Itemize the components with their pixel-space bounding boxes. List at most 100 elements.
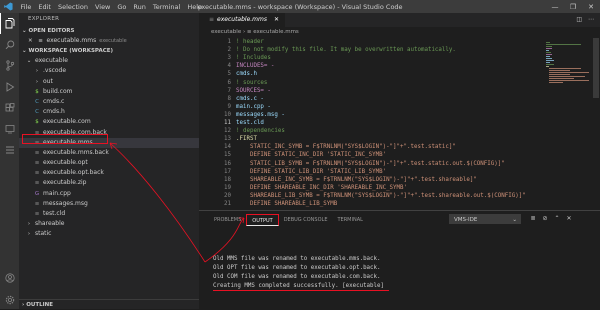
bottom-panel: PROBLEMS OUTPUT DEBUG CONSOLE TERMINAL VMS-… <box>199 210 600 310</box>
open-editors-section[interactable]: ⌄ OPEN EDITORS <box>19 26 199 36</box>
close-button[interactable]: ✕ <box>582 0 600 13</box>
menu-edit[interactable]: Edit <box>35 3 55 11</box>
tree-file[interactable]: ≡ messages.msg <box>19 199 199 209</box>
lock-scroll-icon[interactable]: ≣ <box>527 214 539 224</box>
minimap-line <box>546 60 554 61</box>
minimap-line <box>549 68 582 69</box>
menu-go[interactable]: Go <box>114 3 130 11</box>
minimap-line <box>546 50 550 51</box>
close-icon[interactable]: ✕ <box>28 38 33 44</box>
restore-button[interactable]: ❐ <box>564 0 582 13</box>
tree-file[interactable]: Ccmds.h <box>19 107 199 117</box>
tree-file[interactable]: Gmain.cpp <box>19 189 199 199</box>
explorer-sidebar: EXPLORER ⌄ OPEN EDITORS ✕ ≡ executable.mm… <box>19 13 202 310</box>
tree-item-label: executable <box>35 57 68 65</box>
selected-file-highlight <box>22 134 108 144</box>
tree-item-label: shareable <box>35 220 65 228</box>
search-icon[interactable] <box>0 34 19 55</box>
minimize-button[interactable]: — <box>546 0 564 13</box>
explorer-header: EXPLORER <box>28 16 60 22</box>
tree-folder[interactable]: ⌄ executable <box>19 56 199 66</box>
menu-terminal[interactable]: Terminal <box>149 3 183 11</box>
tree-file[interactable]: ≡ executable.opt <box>19 158 199 168</box>
tree-item-label: cmds.h <box>43 108 65 116</box>
tree-item-label: test.cld <box>43 210 66 217</box>
menu-selection[interactable]: Selection <box>54 3 91 11</box>
chevron-down-icon: ⌄ <box>512 217 517 223</box>
tree-file[interactable]: $ build.com <box>19 87 199 97</box>
remote-explorer-icon[interactable] <box>0 118 19 139</box>
maximize-panel-icon[interactable]: ⌃ <box>551 214 563 224</box>
file-type-icon: ≡ <box>34 211 40 217</box>
file-type-icon: ≡ <box>34 200 40 207</box>
menu-file[interactable]: File <box>17 3 35 11</box>
run-debug-icon[interactable] <box>0 76 19 97</box>
tree-item-label: executable.zip <box>43 179 87 187</box>
editor-tab-bar: ≡ executable.mms ✕ ◫ ⋯ <box>199 13 600 27</box>
testing-icon[interactable] <box>0 139 19 160</box>
open-editor-item[interactable]: ✕ ≡ executable.mms executable <box>19 36 199 46</box>
menu-run[interactable]: Run <box>130 3 149 11</box>
minimap-line <box>549 72 589 73</box>
minimap-line <box>549 82 563 83</box>
close-icon[interactable]: ✕ <box>274 13 279 27</box>
tree-file[interactable]: ≡ executable.opt.back <box>19 168 199 178</box>
split-editor-icon[interactable]: ◫ <box>576 16 582 23</box>
output-line: Old COM file was renamed to executable.c… <box>213 274 381 280</box>
file-tree: ⌄ executable › .vscode › out $ build.com Ccmds.c… <box>19 56 199 239</box>
output-channel-select[interactable]: VMS-IDE ⌄ <box>449 214 521 224</box>
minimap-line <box>549 70 571 71</box>
editor-scrollbar-thumb[interactable] <box>593 38 599 98</box>
minimap-line <box>546 48 553 49</box>
editor-actions: ◫ ⋯ <box>576 13 594 27</box>
close-panel-icon[interactable]: ✕ <box>563 214 575 224</box>
tree-folder[interactable]: › out <box>19 77 199 87</box>
tree-item-label: static <box>35 230 52 238</box>
breadcrumb: executable › ≡ executable.mms <box>199 27 600 38</box>
tab-debug-console[interactable]: DEBUG CONSOLE <box>279 214 333 226</box>
extensions-icon[interactable] <box>0 97 19 118</box>
file-type-icon: ≡ <box>34 170 40 177</box>
tree-folder[interactable]: › shareable <box>19 219 199 229</box>
title-bar: File Edit Selection View Go Run Terminal Help e… <box>0 0 600 13</box>
workspace-section[interactable]: ⌄ WORKSPACE (WORKSPACE) <box>19 46 199 56</box>
tree-item-label: messages.msg <box>43 199 88 207</box>
tree-file[interactable]: Ccmds.c <box>19 97 199 107</box>
tree-item-label: executable.mms.back <box>43 148 109 156</box>
window-title: executable.mms - workspace (Workspace) -… <box>197 2 403 11</box>
file-type-icon: $ <box>35 88 39 95</box>
file-type-icon: G <box>34 190 40 197</box>
file-lines-icon: ≡ <box>246 29 252 35</box>
clear-output-icon[interactable]: ⊘ <box>539 214 551 224</box>
menu-view[interactable]: View <box>91 3 113 11</box>
account-icon[interactable] <box>0 267 19 288</box>
menu-bar: File Edit Selection View Go Run Terminal Help <box>17 3 206 11</box>
tab-problems[interactable]: PROBLEMS <box>209 214 246 226</box>
tree-folder[interactable]: › static <box>19 229 199 239</box>
more-actions-icon[interactable]: ⋯ <box>588 16 594 23</box>
minimap[interactable] <box>544 38 592 210</box>
tree-item-label: executable.opt <box>43 159 88 167</box>
tab-terminal[interactable]: TERMINAL <box>332 214 367 226</box>
settings-gear-icon[interactable] <box>0 289 19 310</box>
tree-file[interactable]: ≡ executable.zip <box>19 178 199 188</box>
output-line: Old OPT file was renamed to executable.o… <box>213 265 381 271</box>
tree-folder[interactable]: › .vscode <box>19 66 199 76</box>
chevron-icon: ⌄ <box>26 58 32 65</box>
files-icon[interactable] <box>0 13 19 34</box>
tree-file[interactable]: ≡ executable.mms.back <box>19 148 199 158</box>
minimap-line <box>549 80 589 81</box>
chevron-icon: › <box>27 231 31 238</box>
breadcrumb-folder[interactable]: executable <box>211 29 241 35</box>
code-editor[interactable]: 1! header 2! Do not modify this file. It … <box>199 38 544 210</box>
minimap-line <box>546 44 581 45</box>
minimap-line <box>546 54 552 55</box>
source-control-icon[interactable] <box>0 55 19 76</box>
chevron-icon: › <box>35 78 39 85</box>
tree-file[interactable]: ≡ test.cld <box>19 209 199 219</box>
breadcrumb-file[interactable]: executable.mms <box>253 29 299 35</box>
tab-output[interactable]: OUTPUT <box>246 214 279 226</box>
outline-section[interactable]: › OUTLINE <box>19 299 202 310</box>
tree-file[interactable]: $ executable.com <box>19 117 199 127</box>
tab-executable-mms[interactable]: ≡ executable.mms ✕ <box>199 13 285 27</box>
